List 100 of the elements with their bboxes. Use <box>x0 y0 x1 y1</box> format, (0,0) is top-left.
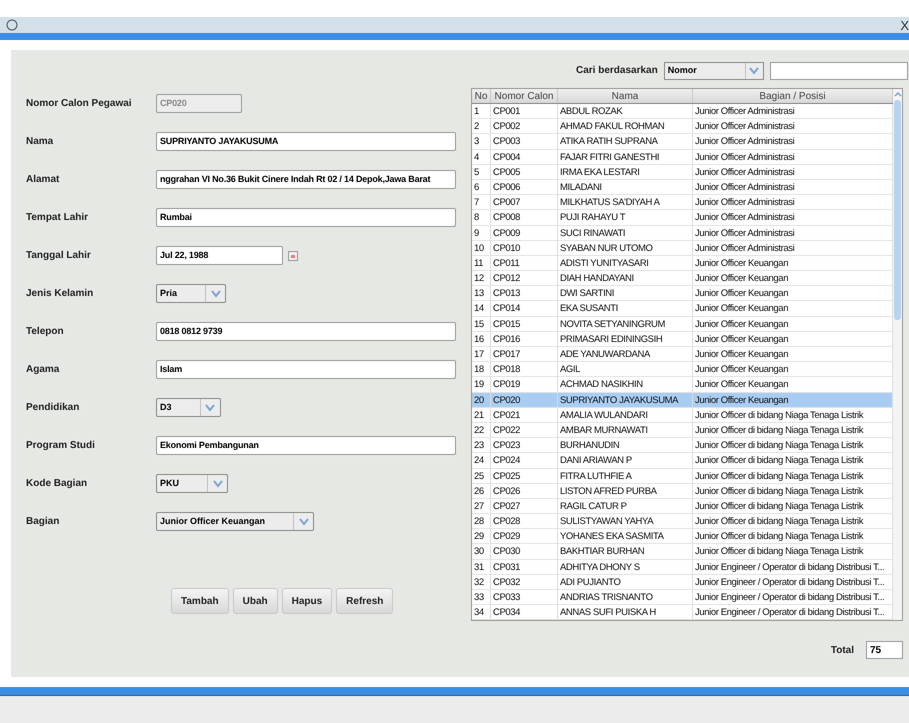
table-cell: BURHANUDIN <box>558 438 693 452</box>
table-cell: AHMAD FAKUL ROHMAN <box>558 119 693 134</box>
table-cell: CP019 <box>491 377 558 392</box>
table-cell: CP027 <box>491 498 558 514</box>
table-row[interactable]: 26 CP026 LISTON AFRED PURBA Junior Officer di bidang Niaga Tenaga Listrik <box>472 484 893 499</box>
field-label: Program Studi <box>26 439 96 453</box>
table-cell: CP005 <box>491 164 558 179</box>
circle-icon <box>6 19 18 31</box>
table-cell: CP007 <box>491 195 558 210</box>
table-row[interactable]: 30 CP030 BAKHTIAR BURHAN Junior Officer di bidang Niaga Tenaga Listrik <box>472 544 893 560</box>
table-cell: CP022 <box>491 422 558 438</box>
table-row[interactable]: 24 CP024 DANI ARIAWAN P Junior Officer di bidang Niaga Tenaga Listrik <box>472 453 893 468</box>
action-button[interactable]: Hapus <box>282 588 332 614</box>
input-field[interactable]: Ekonomi Pembangunan <box>156 436 456 455</box>
field-label: Nama <box>26 135 54 149</box>
table-row[interactable]: 21 CP021 AMALIA WULANDARI Junior Officer di bidang Niaga Tenaga Listrik <box>472 408 893 423</box>
chevron-down-icon <box>205 404 216 412</box>
table-cell: CP011 <box>491 256 558 270</box>
table-row[interactable]: 29 CP029 YOHANES EKA SASMITA Junior Officer di bidang Niaga Tenaga Listrik <box>472 529 893 544</box>
action-button[interactable]: Tambah <box>171 588 229 614</box>
calendar-icon[interactable] <box>288 250 298 260</box>
dropdown[interactable]: Pria <box>156 284 226 303</box>
input-field[interactable]: SUPRIYANTO JAYAKUSUMA <box>156 132 456 151</box>
input-field[interactable]: 0818 0812 9739 <box>156 322 456 341</box>
table-cell: NOVITA SETYANINGRUM <box>558 316 693 331</box>
table-row[interactable]: 2 CP002 AHMAD FAKUL ROHMAN Junior Officer Administrasi <box>472 119 893 134</box>
table-row[interactable]: 3 CP003 ATIKA RATIH SUPRANA Junior Officer Administrasi <box>472 134 893 150</box>
table-row[interactable]: 34 CP034 ANNAS SUFI PUISKA H Junior Engineer / Operator di bidang Distribusi T... <box>472 605 893 620</box>
table-cell: CP013 <box>491 286 558 300</box>
table-cell: ANDRIAS TRISNANTO <box>558 590 693 604</box>
table-row[interactable]: 6 CP006 MILADANI Junior Officer Administrasi <box>472 180 893 196</box>
column-header[interactable]: No <box>472 89 491 103</box>
table-cell: CP010 <box>491 240 558 255</box>
table-row[interactable]: 7 CP007 MILKHATUS SA'DIYAH A Junior Officer Administrasi <box>472 195 893 210</box>
table-cell: 8 <box>472 210 491 224</box>
table-row[interactable]: 8 CP008 PUJI RAHAYU T Junior Officer Administrasi <box>472 210 893 226</box>
table-row[interactable]: 12 CP012 DIAH HANDAYANI Junior Officer Keuangan <box>472 271 893 286</box>
table-row[interactable]: 18 CP018 AGIL Junior Officer Keuangan <box>472 362 893 378</box>
table-row[interactable]: 4 CP004 FAJAR FITRI GANESTHI Junior Officer Administrasi <box>472 150 893 165</box>
table-cell: CP025 <box>491 468 558 483</box>
chevron-down-icon <box>298 518 309 526</box>
table-row[interactable]: 15 CP015 NOVITA SETYANINGRUM Junior Officer Keuangan <box>472 316 893 332</box>
column-header[interactable]: Nomor Calon <box>491 89 558 103</box>
table-row[interactable]: 17 CP017 ADE YANUWARDANA Junior Officer Keuangan <box>472 347 893 362</box>
input-field[interactable]: Rumbai <box>156 208 456 227</box>
table-cell: 31 <box>472 560 491 574</box>
table-cell: 16 <box>472 332 491 346</box>
table-cell: LISTON AFRED PURBA <box>558 484 693 498</box>
column-header[interactable]: Nama <box>558 89 693 103</box>
table-row[interactable]: 13 CP013 DWI SARTINI Junior Officer Keuangan <box>472 286 893 302</box>
input-field[interactable]: Jul 22, 1988 <box>156 246 283 265</box>
action-button[interactable]: Refresh <box>336 588 394 614</box>
table-cell: 32 <box>472 574 491 589</box>
table-row[interactable]: 5 CP005 IRMA EKA LESTARI Junior Officer Administrasi <box>472 164 893 180</box>
table-row[interactable]: 11 CP011 ADISTI YUNITYASARI Junior Officer Keuangan <box>472 256 893 272</box>
table-cell: 15 <box>472 316 491 331</box>
table-row[interactable]: 1 CP001 ABDUL ROZAK Junior Officer Administrasi <box>472 104 893 120</box>
table-row[interactable]: 28 CP028 SULISTYAWAN YAHYA Junior Officer di bidang Niaga Tenaga Listrik <box>472 514 893 530</box>
table-row[interactable]: 16 CP016 PRIMASARI EDININGSIH Junior Officer Keuangan <box>472 332 893 347</box>
scrollbar[interactable] <box>893 89 902 620</box>
table-cell: ADI PUJIANTO <box>558 574 693 589</box>
table-cell: 10 <box>472 240 491 255</box>
table-cell: CP023 <box>491 438 558 452</box>
field-label: Telepon <box>26 325 65 339</box>
field-label: Bagian <box>26 515 60 529</box>
table-row[interactable]: 25 CP025 FITRA LUTHFIE A Junior Officer di bidang Niaga Tenaga Listrik <box>472 468 893 484</box>
table-cell: 28 <box>472 514 491 528</box>
action-button[interactable]: Ubah <box>232 588 278 614</box>
table-cell: CP030 <box>491 544 558 559</box>
search-label: Cari berdasarkan <box>576 64 658 78</box>
table-row[interactable]: 9 CP009 SUCI RINAWATI Junior Officer Administrasi <box>472 226 893 241</box>
dropdown[interactable]: D3 <box>156 398 221 417</box>
dropdown[interactable]: Junior Officer Keuangan <box>156 512 314 531</box>
table-row[interactable]: 10 CP010 SYABAN NUR UTOMO Junior Officer Administrasi <box>472 240 893 256</box>
search-by-dropdown[interactable]: Nomor <box>664 62 764 80</box>
table-cell: SYABAN NUR UTOMO <box>558 240 693 255</box>
table-row[interactable]: 31 CP031 ADHITYA DHONY S Junior Engineer / Operator di bidang Distribusi T... <box>472 560 893 575</box>
table-cell: SUPRIYANTO JAYAKUSUMA <box>558 392 693 407</box>
table-row[interactable]: 19 CP019 ACHMAD NASIKHIN Junior Officer Keuangan <box>472 377 893 393</box>
chevron-down-icon <box>749 66 760 74</box>
table-row[interactable]: 33 CP033 ANDRIAS TRISNANTO Junior Engineer / Operator di bidang Distribusi T... <box>472 590 893 606</box>
search-field[interactable] <box>770 62 908 80</box>
table-row[interactable]: 32 CP032 ADI PUJIANTO Junior Engineer / Operator di bidang Distribusi T... <box>472 574 893 590</box>
table-row[interactable]: 14 CP014 EKA SUSANTI Junior Officer Keuangan <box>472 301 893 317</box>
input-field[interactable]: nggrahan VI No.36 Bukit Cinere Indah Rt 02 / 14 Depok,Jawa Barat <box>156 170 456 189</box>
table-cell: CP002 <box>491 119 558 134</box>
field-label: Agama <box>26 363 60 377</box>
table-row[interactable]: 27 CP027 RAGIL CATUR P Junior Officer di bidang Niaga Tenaga Listrik <box>472 498 893 514</box>
close-button[interactable]: X <box>900 18 909 32</box>
dropdown[interactable]: PKU <box>156 474 228 493</box>
table-cell: 17 <box>472 347 491 362</box>
table-cell: CP029 <box>491 529 558 544</box>
table-row[interactable]: 22 CP022 AMBAR MURNAWATI Junior Officer di bidang Niaga Tenaga Listrik <box>472 422 893 438</box>
table-row[interactable]: 23 CP023 BURHANUDIN Junior Officer di bidang Niaga Tenaga Listrik <box>472 438 893 454</box>
table-row[interactable]: 20 CP020 SUPRIYANTO JAYAKUSUMA Junior Officer Keuangan <box>472 392 893 408</box>
table-cell: ACHMAD NASIKHIN <box>558 377 693 392</box>
input-field[interactable]: Islam <box>156 360 456 379</box>
table-cell: BAKHTIAR BURHAN <box>558 544 693 559</box>
table-cell: 33 <box>472 590 491 604</box>
table-cell: 4 <box>472 150 491 164</box>
